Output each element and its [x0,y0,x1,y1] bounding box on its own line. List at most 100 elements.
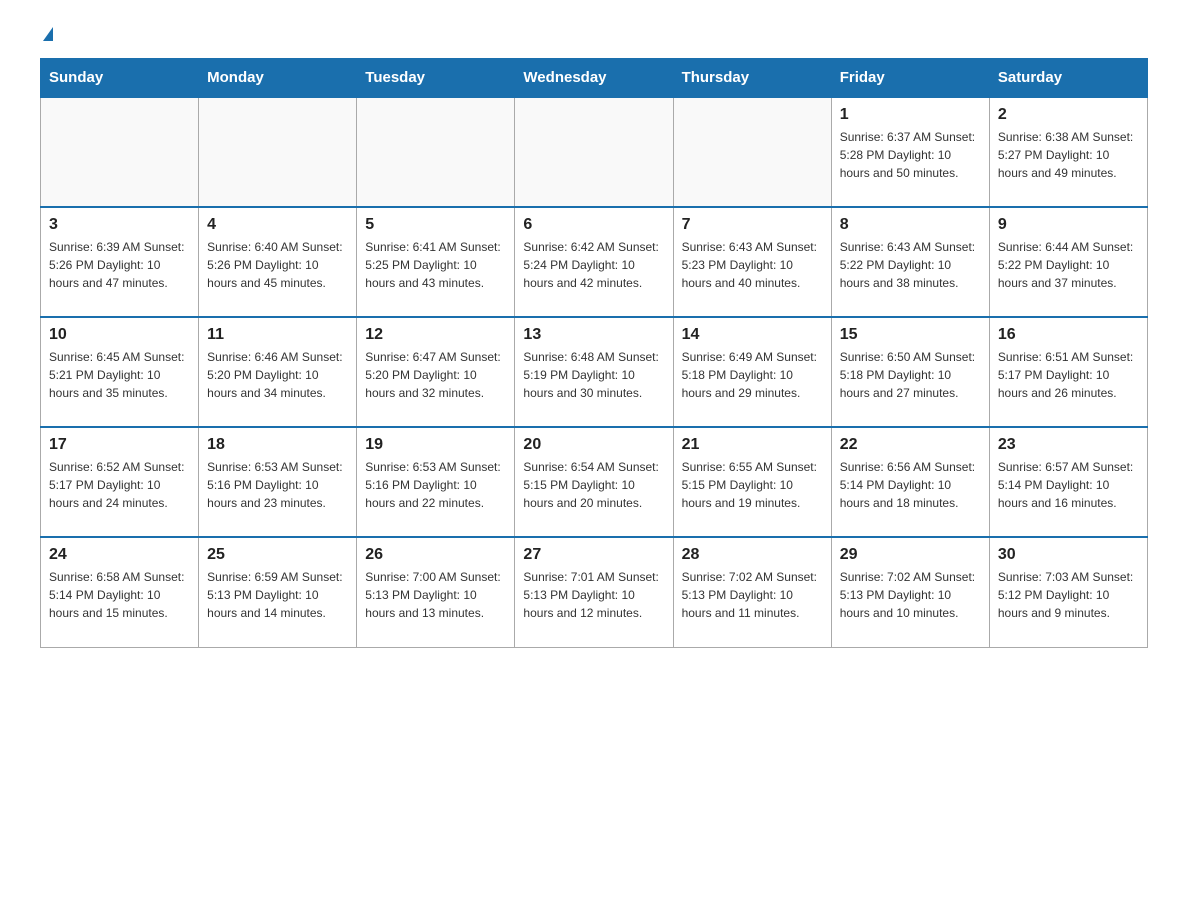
day-info: Sunrise: 6:57 AM Sunset: 5:14 PM Dayligh… [998,458,1139,512]
calendar-cell: 11 Sunrise: 6:46 AM Sunset: 5:20 PM Dayli… [199,317,357,427]
calendar-cell [673,97,831,207]
calendar-cell: 19 Sunrise: 6:53 AM Sunset: 5:16 PM Dayli… [357,427,515,537]
day-info: Sunrise: 6:38 AM Sunset: 5:27 PM Dayligh… [998,128,1139,182]
day-info: Sunrise: 6:50 AM Sunset: 5:18 PM Dayligh… [840,348,981,402]
day-number: 9 [998,216,1139,234]
day-number: 28 [682,546,823,564]
calendar-cell: 18Sunrise: 6:53 AM Sunset: 5:16 PM Dayli… [199,427,357,537]
calendar-cell [41,97,199,207]
day-info: Sunrise: 7:01 AM Sunset: 5:13 PM Dayligh… [523,568,664,622]
day-info: Sunrise: 6:42 AM Sunset: 5:24 PM Dayligh… [523,238,664,292]
calendar-cell: 3 Sunrise: 6:39 AM Sunset: 5:26 PM Daylig… [41,207,199,317]
day-number: 23 [998,436,1139,454]
day-info: Sunrise: 6:43 AM Sunset: 5:22 PM Dayligh… [840,238,981,292]
calendar-week-row: 1 Sunrise: 6:37 AM Sunset: 5:28 PM Daylig… [41,97,1148,207]
day-number: 30 [998,546,1139,564]
day-info: Sunrise: 6:53 AM Sunset: 5:16 PM Dayligh… [365,458,506,512]
calendar-table: SundayMondayTuesdayWednesdayThursdayFrid… [40,58,1148,648]
day-info: Sunrise: 6:40 AM Sunset: 5:26 PM Dayligh… [207,238,348,292]
calendar-cell: 25 Sunrise: 6:59 AM Sunset: 5:13 PM Dayli… [199,537,357,647]
day-number: 2 [998,106,1139,124]
logo [40,30,53,44]
calendar-cell: 2 Sunrise: 6:38 AM Sunset: 5:27 PM Daylig… [989,97,1147,207]
calendar-cell: 20Sunrise: 6:54 AM Sunset: 5:15 PM Dayli… [515,427,673,537]
calendar-cell: 15Sunrise: 6:50 AM Sunset: 5:18 PM Dayli… [831,317,989,427]
day-of-week-header: Sunday [41,59,199,98]
day-number: 5 [365,216,506,234]
calendar-cell: 9 Sunrise: 6:44 AM Sunset: 5:22 PM Daylig… [989,207,1147,317]
calendar-week-row: 10 Sunrise: 6:45 AM Sunset: 5:21 PM Dayli… [41,317,1148,427]
calendar-cell: 7Sunrise: 6:43 AM Sunset: 5:23 PM Daylig… [673,207,831,317]
calendar-cell: 16 Sunrise: 6:51 AM Sunset: 5:17 PM Dayli… [989,317,1147,427]
day-number: 19 [365,436,506,454]
day-number: 27 [523,546,664,564]
day-info: Sunrise: 6:58 AM Sunset: 5:14 PM Dayligh… [49,568,190,622]
day-number: 6 [523,216,664,234]
day-number: 29 [840,546,981,564]
day-info: Sunrise: 6:41 AM Sunset: 5:25 PM Dayligh… [365,238,506,292]
calendar-week-row: 3 Sunrise: 6:39 AM Sunset: 5:26 PM Daylig… [41,207,1148,317]
calendar-cell: 21 Sunrise: 6:55 AM Sunset: 5:15 PM Dayli… [673,427,831,537]
day-of-week-header: Saturday [989,59,1147,98]
day-info: Sunrise: 6:47 AM Sunset: 5:20 PM Dayligh… [365,348,506,402]
calendar-cell: 8 Sunrise: 6:43 AM Sunset: 5:22 PM Daylig… [831,207,989,317]
day-info: Sunrise: 7:03 AM Sunset: 5:12 PM Dayligh… [998,568,1139,622]
day-info: Sunrise: 6:48 AM Sunset: 5:19 PM Dayligh… [523,348,664,402]
day-info: Sunrise: 6:46 AM Sunset: 5:20 PM Dayligh… [207,348,348,402]
calendar-cell: 30 Sunrise: 7:03 AM Sunset: 5:12 PM Dayli… [989,537,1147,647]
day-number: 22 [840,436,981,454]
calendar-cell: 29 Sunrise: 7:02 AM Sunset: 5:13 PM Dayli… [831,537,989,647]
day-info: Sunrise: 6:59 AM Sunset: 5:13 PM Dayligh… [207,568,348,622]
calendar-cell: 6 Sunrise: 6:42 AM Sunset: 5:24 PM Daylig… [515,207,673,317]
calendar-cell: 5 Sunrise: 6:41 AM Sunset: 5:25 PM Daylig… [357,207,515,317]
day-info: Sunrise: 6:45 AM Sunset: 5:21 PM Dayligh… [49,348,190,402]
day-number: 11 [207,326,348,344]
day-info: Sunrise: 6:51 AM Sunset: 5:17 PM Dayligh… [998,348,1139,402]
calendar-cell: 4 Sunrise: 6:40 AM Sunset: 5:26 PM Daylig… [199,207,357,317]
calendar-cell [199,97,357,207]
calendar-header-row: SundayMondayTuesdayWednesdayThursdayFrid… [41,59,1148,98]
day-number: 8 [840,216,981,234]
calendar-cell: 23 Sunrise: 6:57 AM Sunset: 5:14 PM Dayli… [989,427,1147,537]
calendar-cell [515,97,673,207]
day-number: 21 [682,436,823,454]
day-number: 4 [207,216,348,234]
day-info: Sunrise: 6:39 AM Sunset: 5:26 PM Dayligh… [49,238,190,292]
day-number: 7 [682,216,823,234]
day-number: 26 [365,546,506,564]
day-number: 17 [49,436,190,454]
day-info: Sunrise: 6:37 AM Sunset: 5:28 PM Dayligh… [840,128,981,182]
logo-triangle-icon [43,27,53,41]
day-info: Sunrise: 7:00 AM Sunset: 5:13 PM Dayligh… [365,568,506,622]
day-info: Sunrise: 6:56 AM Sunset: 5:14 PM Dayligh… [840,458,981,512]
day-of-week-header: Monday [199,59,357,98]
calendar-cell: 13Sunrise: 6:48 AM Sunset: 5:19 PM Dayli… [515,317,673,427]
calendar-cell: 26 Sunrise: 7:00 AM Sunset: 5:13 PM Dayli… [357,537,515,647]
day-of-week-header: Friday [831,59,989,98]
day-info: Sunrise: 7:02 AM Sunset: 5:13 PM Dayligh… [682,568,823,622]
day-number: 1 [840,106,981,124]
calendar-cell: 10 Sunrise: 6:45 AM Sunset: 5:21 PM Dayli… [41,317,199,427]
day-number: 10 [49,326,190,344]
day-info: Sunrise: 6:54 AM Sunset: 5:15 PM Dayligh… [523,458,664,512]
day-number: 3 [49,216,190,234]
calendar-cell: 22 Sunrise: 6:56 AM Sunset: 5:14 PM Dayli… [831,427,989,537]
day-number: 25 [207,546,348,564]
day-number: 16 [998,326,1139,344]
day-info: Sunrise: 7:02 AM Sunset: 5:13 PM Dayligh… [840,568,981,622]
day-info: Sunrise: 6:49 AM Sunset: 5:18 PM Dayligh… [682,348,823,402]
day-info: Sunrise: 6:44 AM Sunset: 5:22 PM Dayligh… [998,238,1139,292]
calendar-cell: 12 Sunrise: 6:47 AM Sunset: 5:20 PM Dayli… [357,317,515,427]
calendar-week-row: 24 Sunrise: 6:58 AM Sunset: 5:14 PM Dayli… [41,537,1148,647]
day-number: 24 [49,546,190,564]
calendar-cell: 14 Sunrise: 6:49 AM Sunset: 5:18 PM Dayli… [673,317,831,427]
day-info: Sunrise: 6:55 AM Sunset: 5:15 PM Dayligh… [682,458,823,512]
calendar-cell: 1 Sunrise: 6:37 AM Sunset: 5:28 PM Daylig… [831,97,989,207]
day-number: 14 [682,326,823,344]
calendar-cell [357,97,515,207]
calendar-cell: 27 Sunrise: 7:01 AM Sunset: 5:13 PM Dayli… [515,537,673,647]
day-of-week-header: Tuesday [357,59,515,98]
day-number: 12 [365,326,506,344]
page-header [40,30,1148,44]
day-of-week-header: Thursday [673,59,831,98]
